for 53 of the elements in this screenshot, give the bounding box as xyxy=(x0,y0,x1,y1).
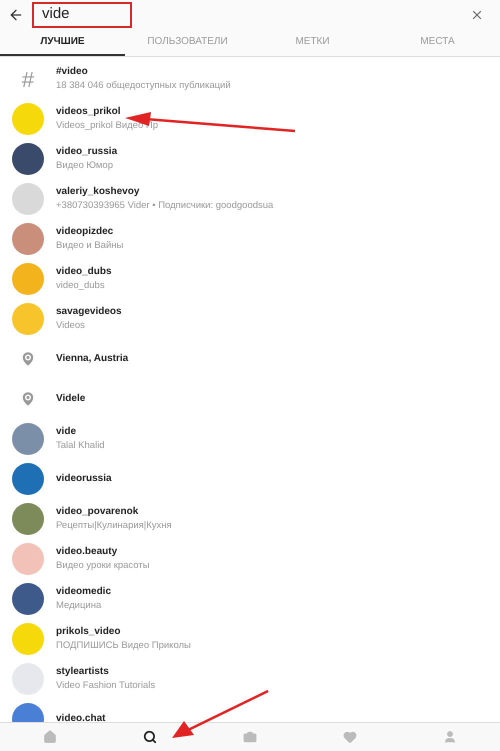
search-icon[interactable] xyxy=(143,730,157,744)
result-title: video.chat xyxy=(56,712,106,722)
result-subtitle: Видео и Вайны xyxy=(56,239,124,253)
result-item[interactable]: Vienna, Austria xyxy=(0,339,500,379)
result-title: videos_prikol xyxy=(56,105,122,119)
result-subtitle: Видео Юмор xyxy=(56,159,114,173)
result-subtitle: Video Fashion Tutorials xyxy=(56,679,156,693)
result-title: styleartists xyxy=(56,665,110,679)
result-item[interactable]: savagevideos Videos xyxy=(0,299,500,339)
result-subtitle: Видео уроки красоты xyxy=(56,559,150,573)
result-item[interactable]: vide Talal Khalid xyxy=(0,419,500,459)
result-title: video.beauty xyxy=(56,545,118,559)
result-subtitle: 18 384 046 общедоступных публикаций xyxy=(56,79,231,93)
result-title: #video xyxy=(56,65,89,79)
hashtag-glyph: # xyxy=(20,66,36,94)
camera-icon[interactable] xyxy=(243,730,257,744)
result-title: Videle xyxy=(56,392,86,406)
result-item[interactable]: videopizdec Видео и Вайны xyxy=(0,219,500,259)
result-subtitle: Рецепты|Кулинария|Кухня xyxy=(56,519,172,533)
result-item[interactable]: videomedic Медицина xyxy=(0,579,500,619)
result-title: videopizdec xyxy=(56,225,114,239)
result-item[interactable]: video_russia Видео Юмор xyxy=(0,139,500,179)
home-icon[interactable] xyxy=(43,730,57,744)
result-item[interactable]: video_dubs video_dubs xyxy=(0,259,500,299)
result-subtitle: video_dubs xyxy=(56,279,106,293)
result-subtitle: Videos xyxy=(56,319,86,333)
result-item[interactable]: valeriy_koshevoy +380730393965 Vider • Подписчики: goodgoodsua xyxy=(0,179,500,219)
result-subtitle: +380730393965 Vider • Подписчики: goodgoodsua xyxy=(56,199,274,213)
result-item[interactable]: styleartists Video Fashion Tutorials xyxy=(0,659,500,699)
result-item[interactable]: prikols_video ПОДПИШИСЬ Видео Приколы xyxy=(0,619,500,659)
result-title: prikols_video xyxy=(56,625,122,639)
result-title: videomedic xyxy=(56,585,112,599)
result-item[interactable]: video_povarenok Рецепты|Кулинария|Кухня xyxy=(0,499,500,539)
result-item[interactable]: videorussia xyxy=(0,459,500,499)
result-title: vide xyxy=(56,425,78,439)
result-subtitle: ПОДПИШИСЬ Видео Приколы xyxy=(56,639,191,653)
result-item[interactable]: video.beauty Видео уроки красоты xyxy=(0,539,500,579)
tab[interactable]: ЛУЧШИЕ xyxy=(0,29,125,56)
result-item[interactable]: # #video 18 384 046 общедоступных публикаций xyxy=(0,59,500,99)
result-title: savagevideos xyxy=(56,305,122,319)
profile-icon[interactable] xyxy=(443,730,457,744)
result-subtitle: Talal Khalid xyxy=(56,439,105,453)
result-item[interactable]: Videle xyxy=(0,379,500,419)
result-title: videorussia xyxy=(56,472,112,486)
result-title: video_dubs xyxy=(56,265,112,279)
result-title: video_russia xyxy=(56,145,118,159)
result-title: video_povarenok xyxy=(56,505,140,519)
result-subtitle: Медицина xyxy=(56,599,102,613)
result-title: Vienna, Austria xyxy=(56,352,128,366)
heart-icon[interactable] xyxy=(343,730,357,744)
back-icon[interactable] xyxy=(8,6,24,22)
search-field[interactable]: vide xyxy=(32,2,132,28)
result-title: valeriy_koshevoy xyxy=(56,185,140,199)
